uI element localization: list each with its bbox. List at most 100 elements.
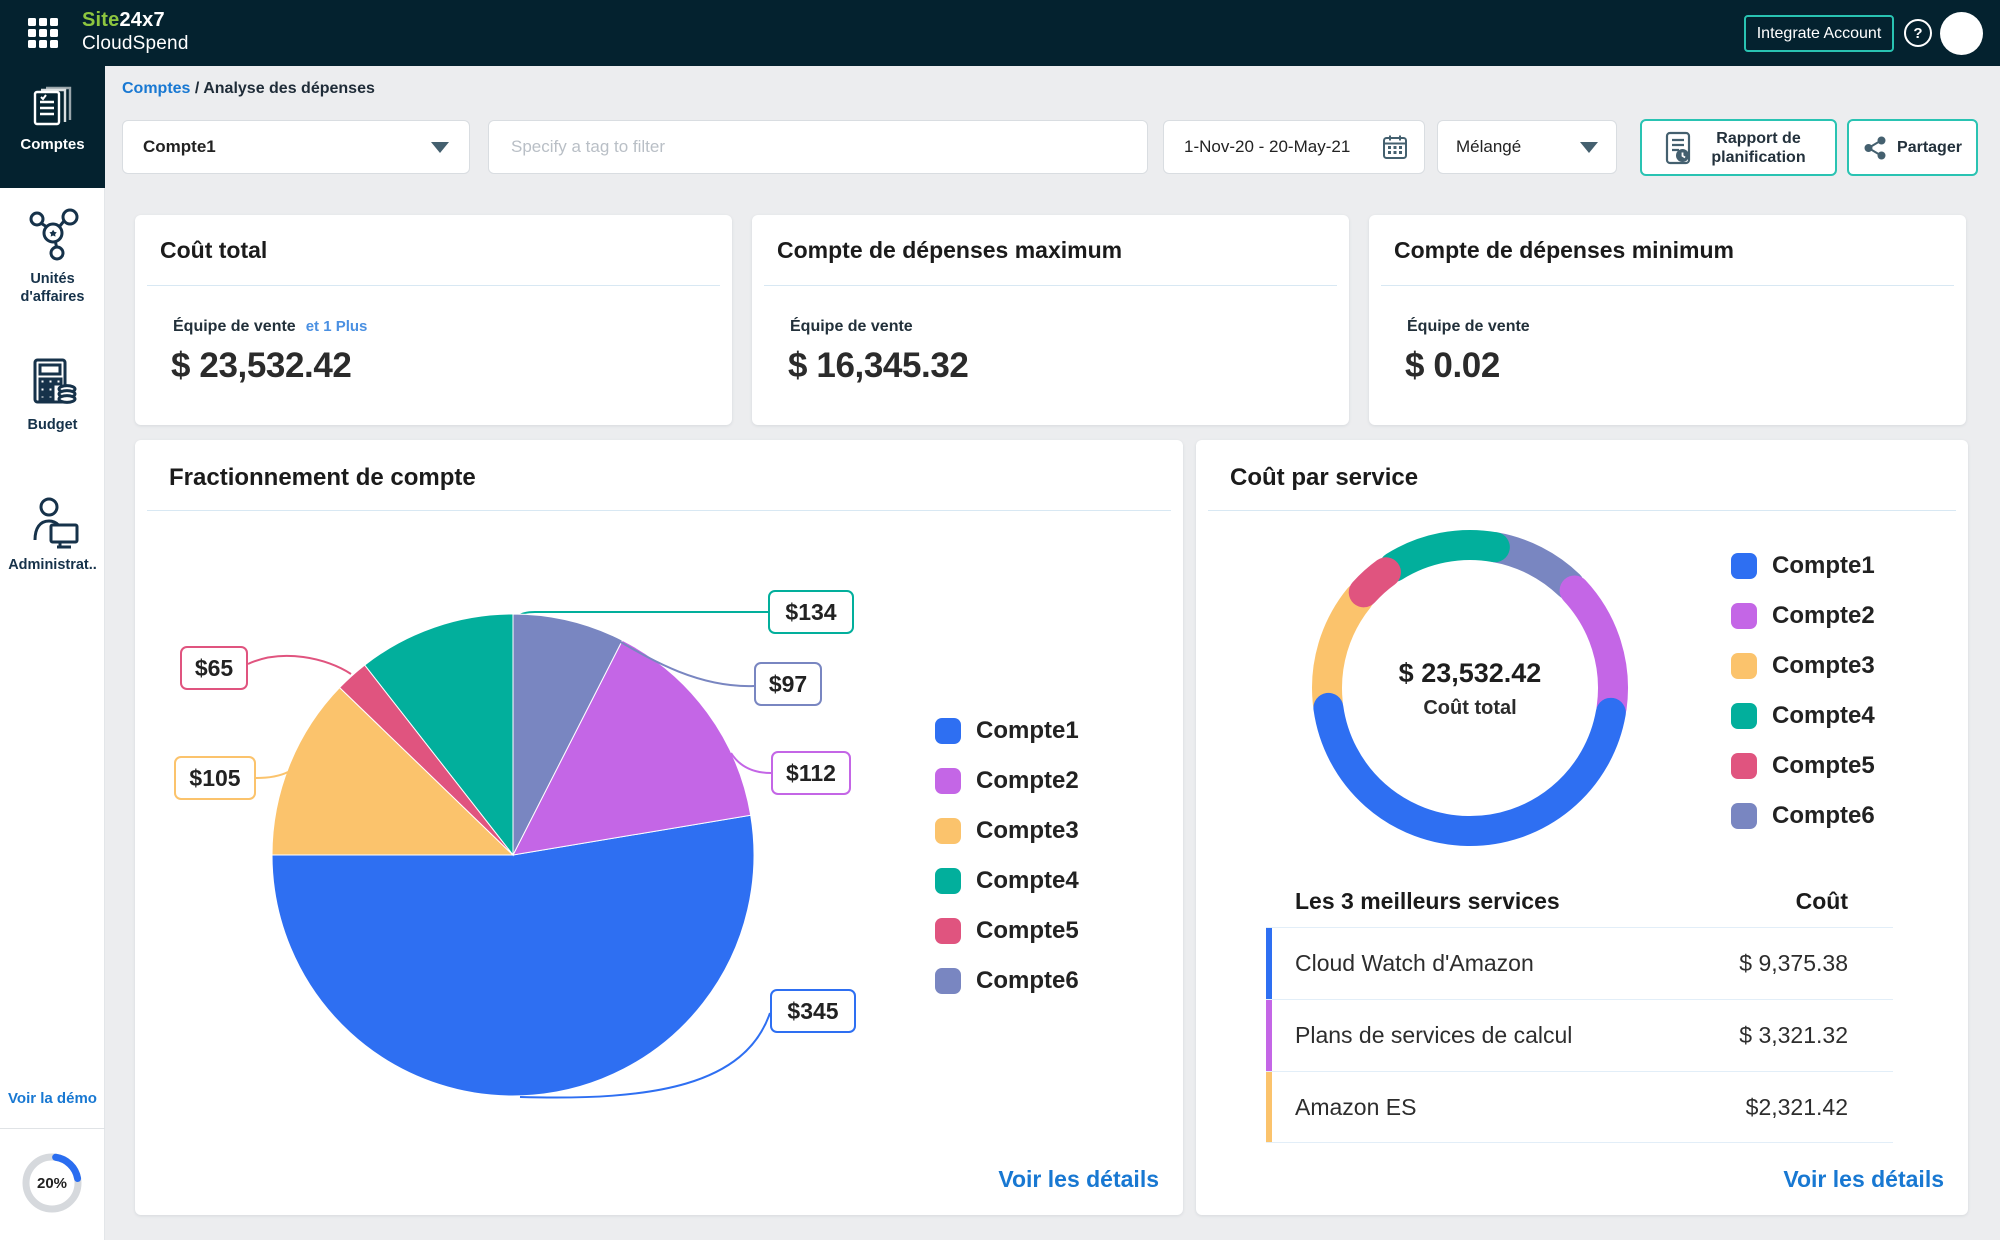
calendar-icon bbox=[1383, 135, 1407, 159]
legend-label: Compte4 bbox=[1772, 702, 1875, 729]
legend-label: Compte3 bbox=[976, 817, 1079, 844]
service-cost: $ 3,321.32 bbox=[1739, 1022, 1848, 1048]
stat-title: Compte de dépenses maximum bbox=[777, 237, 1123, 263]
integrate-account-button[interactable]: Integrate Account bbox=[1744, 15, 1894, 52]
service-name: Plans de services de calcul bbox=[1295, 1022, 1573, 1048]
legend-item-compte2[interactable]: Compte2 bbox=[1731, 602, 1875, 629]
legend-label: Compte5 bbox=[976, 917, 1079, 944]
donut-segment-compte1[interactable] bbox=[1313, 692, 1626, 846]
legend-swatch bbox=[1731, 753, 1757, 779]
legend-item-compte2[interactable]: Compte2 bbox=[935, 767, 1079, 794]
service-row[interactable]: Cloud Watch d'Amazon $ 9,375.38 bbox=[1266, 927, 1893, 999]
brand-24x7: 24x7 bbox=[119, 9, 165, 31]
top-navbar: Site24x7 CloudSpend Integrate Account ? bbox=[0, 0, 2000, 66]
legend-item-compte1[interactable]: Compte1 bbox=[1731, 552, 1875, 579]
tag-filter-field bbox=[488, 120, 1148, 174]
breadcrumb-separator: / bbox=[194, 80, 200, 97]
pie-details-link[interactable]: Voir les détails bbox=[998, 1166, 1159, 1193]
donut-total-value: $ 23,532.42 bbox=[1398, 658, 1542, 688]
legend-label: Compte4 bbox=[976, 867, 1079, 894]
service-color-bar bbox=[1266, 1072, 1272, 1142]
service-row[interactable]: Amazon ES $2,321.42 bbox=[1266, 1071, 1893, 1143]
donut-center: $ 23,532.42 Coût total bbox=[1310, 658, 1630, 720]
service-name: Amazon ES bbox=[1295, 1093, 1417, 1120]
legend-item-compte4[interactable]: Compte4 bbox=[1731, 702, 1875, 729]
sidebar-item-unites-affaires[interactable]: Unités d'affaires bbox=[0, 206, 105, 306]
report-clock-icon bbox=[1665, 131, 1690, 164]
legend-swatch bbox=[1731, 803, 1757, 829]
donut-segment-compte4[interactable] bbox=[1379, 530, 1510, 582]
legend-label: Compte2 bbox=[976, 767, 1079, 794]
pie-callout-line bbox=[247, 654, 352, 675]
tag-filter-input[interactable] bbox=[489, 121, 1147, 173]
sidebar-label: Comptes bbox=[20, 136, 85, 153]
account-select[interactable]: Compte1 bbox=[122, 120, 470, 174]
stat-value: $ 23,532.42 bbox=[171, 346, 352, 385]
stat-card-max-spend: Compte de dépenses maximum Équipe de ven… bbox=[752, 215, 1349, 425]
legend-swatch bbox=[935, 968, 961, 994]
pie-callout-line bbox=[255, 771, 289, 779]
legend-item-compte1[interactable]: Compte1 bbox=[935, 717, 1079, 744]
sidebar-label: Administrat.. bbox=[8, 557, 97, 573]
legend-item-compte3[interactable]: Compte3 bbox=[935, 817, 1079, 844]
legend-item-compte5[interactable]: Compte5 bbox=[935, 917, 1079, 944]
donut-segment-compte5[interactable] bbox=[1348, 557, 1401, 608]
view-demo-link[interactable]: Voir la démo bbox=[0, 1090, 105, 1107]
donut-details-link[interactable]: Voir les détails bbox=[1783, 1166, 1944, 1193]
sidebar: Comptes Unités d'affaires Budget Adminis… bbox=[0, 66, 105, 1240]
business-units-icon bbox=[29, 208, 78, 261]
legend-item-compte3[interactable]: Compte3 bbox=[1731, 652, 1875, 679]
legend-item-compte5[interactable]: Compte5 bbox=[1731, 752, 1875, 779]
sidebar-item-budget[interactable]: Budget bbox=[0, 354, 105, 434]
service-cost: $ 9,375.38 bbox=[1739, 950, 1848, 976]
breadcrumb-comptes[interactable]: Comptes bbox=[122, 80, 190, 97]
divider bbox=[1381, 285, 1954, 286]
schedule-report-button[interactable]: Rapport de planification bbox=[1640, 119, 1837, 176]
pie-slice-compte1[interactable] bbox=[271, 814, 755, 1097]
legend-item-compte6[interactable]: Compte6 bbox=[1731, 802, 1875, 829]
donut-total-label: Coût total bbox=[1423, 697, 1517, 719]
legend-label: Compte6 bbox=[1772, 802, 1875, 829]
stat-card-min-spend: Compte de dépenses minimum Équipe de ven… bbox=[1369, 215, 1966, 425]
service-color-bar bbox=[1266, 928, 1272, 999]
pie-value-label-compte2: $112 bbox=[771, 751, 851, 795]
sidebar-label: Budget bbox=[27, 417, 78, 433]
stat-team: Équipe de vente bbox=[1407, 318, 1530, 335]
avatar[interactable] bbox=[1940, 12, 1983, 55]
sidebar-label: Unités d'affaires bbox=[20, 271, 85, 305]
legend-item-compte6[interactable]: Compte6 bbox=[935, 967, 1079, 994]
service-cost: $2,321.42 bbox=[1745, 1093, 1848, 1120]
brand-logo: Site24x7 CloudSpend bbox=[82, 9, 189, 55]
legend-swatch bbox=[935, 818, 961, 844]
chevron-down-icon bbox=[1580, 141, 1598, 153]
account-select-value: Compte1 bbox=[143, 137, 216, 156]
service-row[interactable]: Plans de services de calcul $ 3,321.32 bbox=[1266, 999, 1893, 1071]
pie-value-label-compte3: $105 bbox=[174, 756, 256, 800]
view-mode-select[interactable]: Mélangé bbox=[1437, 120, 1617, 174]
stat-title: Coût total bbox=[160, 237, 268, 263]
breadcrumb: Comptes / Analyse des dépenses bbox=[122, 80, 375, 98]
stat-team: Équipe de vente bbox=[790, 318, 913, 335]
share-button[interactable]: Partager bbox=[1847, 119, 1978, 176]
setup-progress-ring[interactable]: 20% bbox=[21, 1152, 83, 1214]
sidebar-item-comptes[interactable]: Comptes bbox=[0, 66, 105, 188]
service-name: Cloud Watch d'Amazon bbox=[1295, 950, 1534, 976]
pie-value-label-compte5: $65 bbox=[180, 646, 248, 690]
legend-item-compte4[interactable]: Compte4 bbox=[935, 867, 1079, 894]
cost-by-service-card: Coût par service $ 23,532.42 Coût total … bbox=[1196, 440, 1968, 1215]
cloudspend-dashboard: Site24x7 CloudSpend Integrate Account ? … bbox=[0, 0, 2000, 1240]
pie-callout-line bbox=[518, 611, 768, 617]
documents-icon bbox=[33, 86, 71, 126]
sidebar-item-administration[interactable]: Administrat.. bbox=[0, 494, 105, 574]
legend-swatch bbox=[935, 768, 961, 794]
stat-more-link[interactable]: et 1 Plus bbox=[306, 318, 368, 335]
pie-legend: Compte1 Compte2 Compte3 Compte4 Compte5 Compt… bbox=[935, 717, 1079, 1018]
chevron-down-icon bbox=[431, 141, 449, 153]
legend-label: Compte1 bbox=[1772, 552, 1875, 579]
help-icon[interactable]: ? bbox=[1904, 19, 1932, 47]
app-grid-icon[interactable] bbox=[28, 18, 58, 48]
stat-title: Compte de dépenses minimum bbox=[1394, 237, 1734, 263]
legend-label: Compte3 bbox=[1772, 652, 1875, 679]
legend-label: Compte2 bbox=[1772, 602, 1875, 629]
date-range-picker[interactable]: 1-Nov-20 - 20-May-21 bbox=[1163, 120, 1425, 174]
